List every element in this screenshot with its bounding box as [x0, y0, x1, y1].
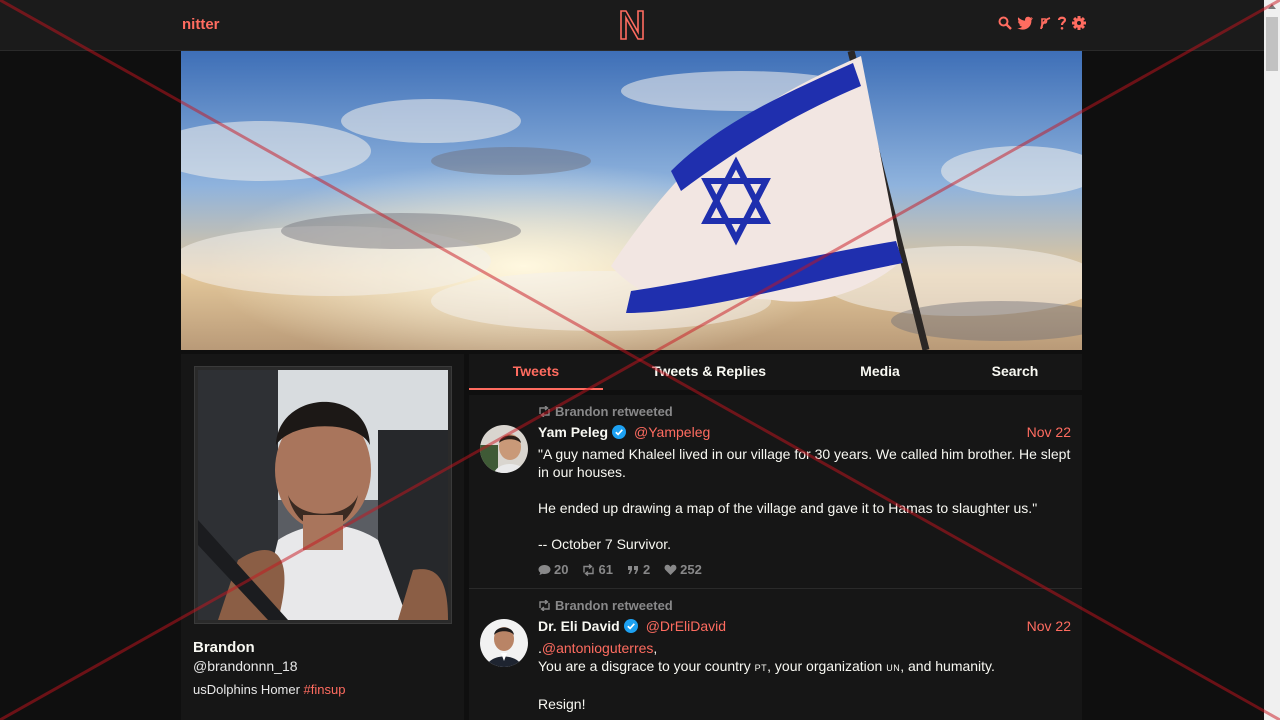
navbar: nitter: [0, 0, 1264, 51]
tweet-header: Yam Peleg @Yampeleg: [538, 424, 710, 440]
retweet-header: Brandon retweeted: [538, 404, 673, 419]
twitter-icon[interactable]: [1017, 16, 1033, 32]
tweet-text-line: He ended up drawing a map of the village…: [538, 500, 1038, 516]
heart-icon: [664, 564, 677, 575]
profile-avatar[interactable]: [194, 366, 452, 624]
tweet-date[interactable]: Nov 22: [1027, 618, 1071, 634]
reply-count[interactable]: 20: [538, 562, 568, 577]
like-count[interactable]: 252: [664, 562, 702, 577]
tweet-text-line: .@antonioguterres,: [538, 639, 1073, 657]
tweet-fullname[interactable]: Yam Peleg: [538, 424, 608, 440]
retweet-icon: [539, 406, 550, 417]
nitter-logo-icon[interactable]: [617, 8, 647, 42]
retweet-count[interactable]: 61: [582, 562, 613, 577]
tweet-text-line: "A guy named Khaleel lived in our villag…: [538, 446, 1075, 480]
tweet-username[interactable]: @DrEliDavid: [646, 618, 726, 634]
tweet-stats: 20 61 2 252: [538, 562, 702, 577]
scrollbar-thumb[interactable]: [1266, 17, 1278, 71]
tab-search[interactable]: Search: [965, 354, 1065, 390]
tab-tweets[interactable]: Tweets: [469, 354, 603, 390]
tweet-text: You are a disgrace to your country: [538, 658, 755, 674]
retweet-header-text: Brandon retweeted: [555, 404, 673, 419]
tab-tweets-replies[interactable]: Tweets & Replies: [629, 354, 789, 390]
profile-fullname[interactable]: Brandon: [193, 639, 255, 656]
tweet-content: .@antonioguterres, You are a disgrace to…: [538, 639, 1073, 713]
country-flag-text: PT: [754, 663, 768, 673]
tweet-text-line: You are a disgrace to your country PT, y…: [538, 657, 1073, 677]
tweet-text-line: -- October 7 Survivor.: [538, 536, 672, 552]
flag-text: UN: [886, 663, 901, 673]
reply-count-value: 20: [554, 562, 569, 577]
tweet-text: , and humanity.: [900, 658, 995, 674]
profile-banner[interactable]: [181, 51, 1082, 350]
verified-icon: [612, 425, 627, 439]
brand-link[interactable]: nitter: [182, 16, 220, 33]
scroll-up-arrow-icon[interactable]: [1268, 4, 1276, 9]
profile-bio: usDolphins Homer #finsup: [193, 682, 345, 697]
gear-icon[interactable]: [1072, 16, 1086, 32]
retweet-icon: [583, 563, 595, 576]
timeline-tabs: Tweets Tweets & Replies Media Search: [469, 354, 1082, 390]
retweet-icon: [539, 600, 550, 611]
verified-icon: [623, 619, 638, 633]
page-scrollbar[interactable]: [1264, 0, 1280, 720]
tweet-username[interactable]: @Yampeleg: [634, 424, 710, 440]
tweet-text: , your organization: [767, 658, 887, 674]
mention-link[interactable]: @antonioguterres: [542, 640, 654, 656]
tab-media[interactable]: Media: [829, 354, 931, 390]
timeline-item[interactable]: Brandon retweeted Dr. Eli David @DrEliDa…: [469, 589, 1082, 720]
help-icon[interactable]: [1057, 16, 1067, 32]
quote-icon: [627, 565, 638, 574]
retweet-count-value: 61: [598, 562, 613, 577]
profile-card: Brandon @brandonnn_18 usDolphins Homer #…: [181, 354, 464, 720]
search-icon[interactable]: [998, 16, 1012, 32]
bio-hashtag-link[interactable]: #finsup: [304, 682, 346, 697]
tweet-avatar[interactable]: [480, 425, 528, 473]
tweet-date[interactable]: Nov 22: [1027, 424, 1071, 440]
comment-icon: [538, 564, 551, 575]
tweet-fullname[interactable]: Dr. Eli David: [538, 618, 620, 634]
tweet-content: "A guy named Khaleel lived in our villag…: [538, 445, 1073, 553]
rss-icon[interactable]: [1038, 16, 1052, 32]
quote-count[interactable]: 2: [627, 562, 650, 577]
tweet-header: Dr. Eli David @DrEliDavid: [538, 618, 726, 634]
nav-icons: [998, 16, 1086, 32]
retweet-header-text: Brandon retweeted: [555, 598, 673, 613]
tweet-avatar[interactable]: [480, 619, 528, 667]
like-count-value: 252: [680, 562, 702, 577]
retweet-header: Brandon retweeted: [538, 598, 673, 613]
quote-count-value: 2: [642, 562, 651, 577]
profile-username[interactable]: @brandonnn_18: [193, 658, 298, 674]
tweet-text: ,: [653, 640, 658, 656]
bio-text: usDolphins Homer: [193, 682, 304, 697]
tweet-text-line: Resign!: [538, 696, 586, 712]
timeline: Brandon retweeted Yam Peleg @Yampeleg No…: [469, 395, 1082, 720]
timeline-item[interactable]: Brandon retweeted Yam Peleg @Yampeleg No…: [469, 395, 1082, 589]
